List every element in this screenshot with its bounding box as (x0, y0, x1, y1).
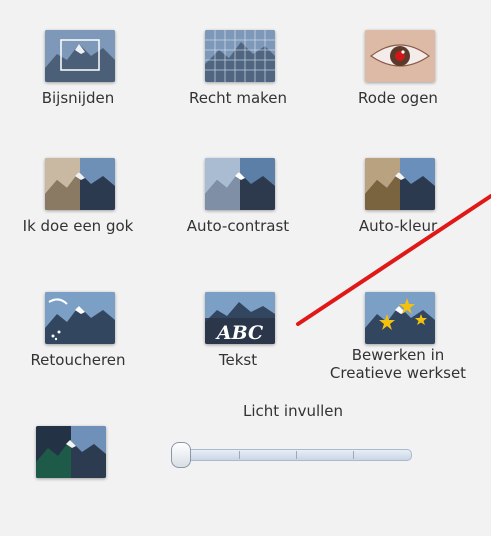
fill-light-slider-thumb[interactable] (171, 442, 191, 468)
crop-icon (45, 30, 115, 82)
straighten-icon (205, 30, 275, 82)
creative-label-line2: Creatieve werkset (329, 364, 467, 382)
creative-label-line1: Bewerken in (351, 346, 445, 364)
red-eye-icon (365, 30, 435, 82)
slider-tick (296, 451, 297, 459)
creative-tool-button[interactable]: Bewerken in Creatieve werkset (323, 292, 473, 402)
text-icon-glyphs: ABC (215, 322, 263, 344)
lucky-label: Ik doe een gok (22, 217, 134, 235)
crop-label: Bijsnijden (41, 89, 115, 107)
fill-light-label: Licht invullen (242, 402, 344, 420)
autocolor-tool-button[interactable]: Auto-kleur (323, 158, 473, 268)
crop-tool-button[interactable]: Bijsnijden (3, 30, 153, 140)
edit-tools-panel: Bijsnijden Recht maken Rode ogen Ik doe … (0, 0, 491, 498)
retouch-tool-button[interactable]: Retoucheren (3, 292, 153, 402)
fill-light-slider-track[interactable] (180, 449, 412, 461)
text-label: Tekst (218, 351, 258, 369)
fill-light-control: Licht invullen (168, 402, 418, 468)
lucky-icon (45, 158, 115, 210)
autocontrast-tool-button[interactable]: Auto-contrast (163, 158, 313, 268)
retouch-icon (45, 292, 115, 344)
fill-light-icon (36, 426, 106, 478)
slider-tick (353, 451, 354, 459)
redeye-label: Rode ogen (358, 89, 438, 107)
retouch-label: Retoucheren (30, 351, 126, 369)
slider-tick (239, 451, 240, 459)
straighten-tool-button[interactable]: Recht maken (163, 30, 313, 140)
text-tool-button[interactable]: ABC Tekst (163, 292, 313, 402)
text-icon: ABC (205, 292, 275, 344)
autocontrast-label: Auto-contrast (186, 217, 290, 235)
creative-label: Bewerken in Creatieve werkset (323, 346, 473, 382)
autocolor-label: Auto-kleur (358, 217, 438, 235)
fill-light-preview (0, 426, 124, 536)
auto-contrast-icon (205, 158, 275, 210)
lucky-tool-button[interactable]: Ik doe een gok (3, 158, 153, 268)
auto-color-icon (365, 158, 435, 210)
straighten-label: Recht maken (188, 89, 288, 107)
creative-stars-icon (365, 292, 435, 344)
redeye-tool-button[interactable]: Rode ogen (323, 30, 473, 140)
